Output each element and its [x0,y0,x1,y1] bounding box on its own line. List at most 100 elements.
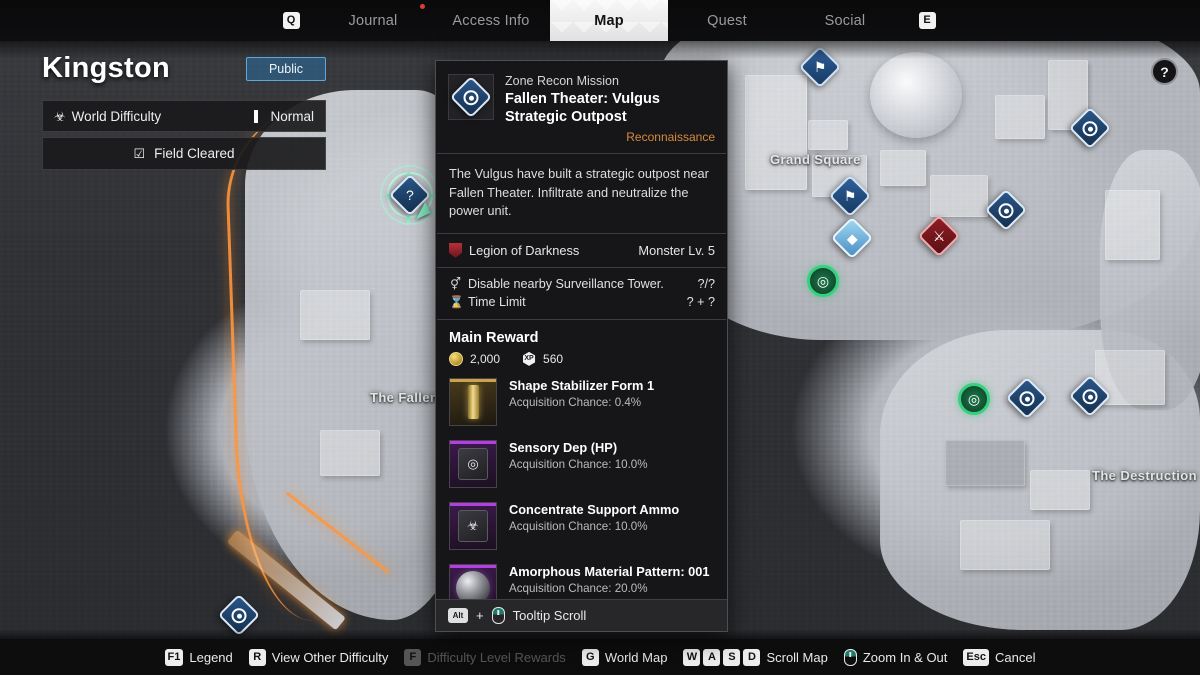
reward-item-chance: Acquisition Chance: 20.0% [509,581,648,595]
marker-shape [1068,374,1112,418]
key-f1: F1 [164,648,184,666]
map-building [945,440,1025,486]
hotkey-world-map[interactable]: G World Map [581,648,667,666]
radar-glyph [231,607,247,623]
marker-glyph: ⚔ [932,228,946,244]
session-visibility-badge[interactable]: Public [245,56,326,81]
hotkey-label: View Other Difficulty [271,649,389,665]
hotkey-view-other-difficulty[interactable]: R View Other Difficulty [248,648,389,666]
selection-tick [407,216,410,223]
faction-row: Legion of Darkness Monster Lv. 5 [436,234,727,267]
reward-item[interactable]: Shape Stabilizer Form 1 Acquisition Chan… [436,374,727,430]
outpost-marker[interactable]: ◆ [830,216,874,260]
tab-label: Map [594,12,624,29]
key-esc: Esc [963,648,989,666]
outpost-marker[interactable] [1068,106,1112,150]
resource-marker[interactable]: ◎ [807,265,839,297]
marker-shape: ◆ [830,216,874,260]
hotkey-difficulty-level-rewards[interactable]: F Difficulty Level Rewards [404,648,566,666]
map-building [995,95,1045,139]
map-building [745,75,807,190]
map-building [1030,470,1090,510]
selected-marker-glyph: ? [406,186,414,203]
monster-level: Monster Lv. 5 [638,242,715,258]
rarity-bar [450,378,496,382]
hotkey-scroll-map[interactable]: W A S D Scroll Map [683,648,828,666]
resource-marker[interactable]: ◎ [958,383,990,415]
nav-prev-key[interactable]: Q [268,12,314,29]
rarity-bar [450,502,496,506]
tab-map[interactable]: Map [550,0,668,41]
marker-shape: ⚑ [828,174,872,218]
marker-shape: ⚔ [917,214,961,258]
amorphous-blob-icon [449,563,497,599]
reward-item-name: Amorphous Material Pattern: 001 [509,563,710,579]
page-title: Kingston [42,52,171,84]
gold-amount: 2,000 [470,351,501,366]
map-dome-structure [870,52,962,138]
key-alt: Alt [448,608,468,623]
reward-item-name: Concentrate Support Ammo [509,501,680,517]
field-cleared-row[interactable]: ☑ Field Cleared [42,137,326,170]
field-cleared-label: Field Cleared [154,146,235,161]
nav-next-key[interactable]: E [904,12,950,29]
tab-quest[interactable]: Quest [668,0,786,41]
gold-reward: 2,000 [449,351,501,366]
currency-rewards: 2,000 XP 560 [436,351,727,374]
recon-marker[interactable] [217,593,261,637]
map-building [880,150,926,186]
hotkey-cancel[interactable]: Esc Cancel [963,648,1036,666]
gold-coin-icon [449,351,463,366]
key-a: A [703,648,721,666]
surveillance-tower-icon: ⚥ [450,276,461,291]
hourglass-icon: ⌛ [449,294,464,309]
notification-dot-icon [420,4,425,9]
marker-shape [1068,106,1112,150]
tube-item-icon [449,377,497,426]
vulgus-base-marker[interactable]: ⚔ [917,214,961,258]
hotkey-zoom-in-out[interactable]: Zoom In & Out [843,648,948,666]
reward-item-chance: Acquisition Chance: 10.0% [509,457,648,471]
world-difficulty-row[interactable]: ☣ World Difficulty Normal [42,100,326,132]
mission-icon-frame [448,74,494,120]
bookmark-marker[interactable]: ⚑ [828,174,872,218]
hotkey-legend[interactable]: F1 Legend [164,648,233,666]
recon-marker[interactable] [1068,374,1112,418]
wasd-keys: WASD [683,648,761,666]
map-screen: Grand Square The Fallen The Destruction ⚑ ⚑ ◆… [0,0,1200,675]
radar-glyph [998,202,1014,218]
tab-social[interactable]: Social [786,0,904,41]
recon-marker[interactable] [984,188,1028,232]
mouse-wheel-icon [843,648,857,666]
objective-progress: ?/? [697,276,715,291]
tab-journal[interactable]: Journal [314,0,432,41]
zone-info-panel: Kingston Public ☣ World Difficulty Norma… [42,52,326,170]
recon-marker[interactable] [1005,376,1049,420]
nav-tab-group: Q Journal Access Info Map Quest Social E [268,0,950,41]
reward-item[interactable]: Amorphous Material Pattern: 001 Acquisit… [436,560,727,599]
radar-glyph [463,89,479,105]
tooltip-header: Zone Recon Mission Fallen Theater: Vulgu… [436,61,727,153]
tab-access-info[interactable]: Access Info [432,0,550,41]
top-navigation-bar: Q Journal Access Info Map Quest Social E [0,0,1200,41]
difficulty-level-indicator [254,109,259,123]
radar-glyph [1082,388,1098,404]
rarity-bar [450,440,496,444]
key-s: S [723,648,741,666]
faction-shield-icon [449,242,462,258]
hotkey-label: Zoom In & Out [862,649,948,665]
rarity-bar [450,564,496,568]
mission-kind: Zone Recon Mission [505,74,619,88]
reward-item[interactable]: ◎ Sensory Dep (HP) Acquisition Chance: 1… [436,436,727,492]
reward-item[interactable]: ☣ Concentrate Support Ammo Acquisition C… [436,498,727,554]
reward-item-name: Shape Stabilizer Form 1 [509,377,655,393]
reward-item-chance: Acquisition Chance: 10.0% [509,519,648,533]
xp-reward: XP 560 [522,351,564,366]
mission-tooltip-panel: Zone Recon Mission Fallen Theater: Vulgu… [435,60,728,632]
marker-glyph: ◆ [846,230,858,246]
reward-item-scroll-area[interactable]: Shape Stabilizer Form 1 Acquisition Chan… [436,374,727,599]
faction-name: Legion of Darkness [469,242,580,258]
xp-amount: 560 [543,351,564,366]
hotkey-label: Cancel [994,649,1036,665]
help-button[interactable]: ? [1151,58,1178,85]
